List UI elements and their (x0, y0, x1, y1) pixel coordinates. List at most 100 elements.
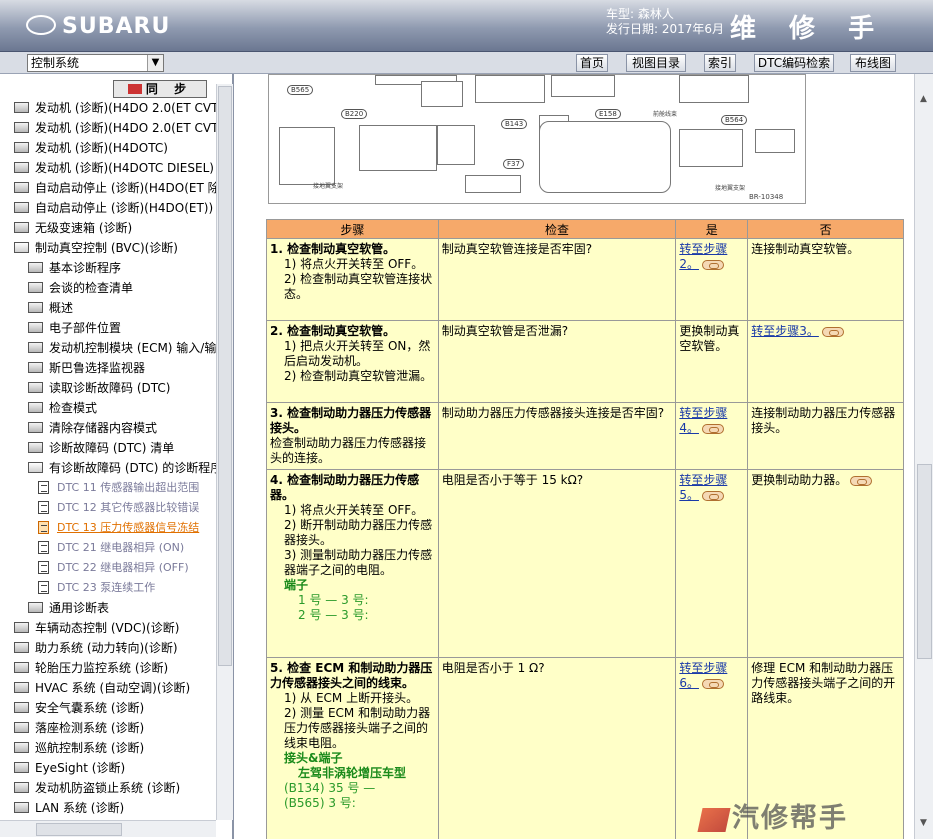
document-icon (38, 540, 49, 554)
link-chain-icon[interactable] (701, 259, 724, 270)
yes-cell: 更换制动真空软管。 (675, 320, 749, 403)
tree-item[interactable]: 诊断故障码 (DTC) 清单 (28, 438, 174, 458)
link-chain-icon[interactable] (701, 490, 724, 501)
scroll-down-icon[interactable]: ▼ (920, 818, 927, 828)
tree-item-label: 概述 (49, 301, 74, 315)
goto-step-link[interactable]: 转至步骤3。 (751, 324, 819, 338)
tree-item[interactable]: DTC 11 传感器输出超出范围 (38, 478, 199, 498)
connector-label: B143 (501, 119, 528, 129)
sidebar-vertical-scrollbar[interactable] (216, 84, 233, 820)
connector-block (755, 129, 795, 153)
document-icon (38, 580, 49, 594)
tree-item[interactable]: 斯巴鲁选择监视器 (28, 358, 145, 378)
document-active-icon (38, 520, 49, 534)
tree-item[interactable]: 会谈的检查清单 (28, 278, 133, 298)
app-header: SUBARU 车型: 森林人 发行日期: 2017年6月 维 修 手 册 (0, 0, 933, 81)
table-row: 3. 检查制动助力器压力传感器接头。 检查制动助力器压力传感器接头的连接。 制动… (266, 402, 904, 470)
tree-item[interactable]: 自动启动停止 (诊断)(H4DO(ET 除 (14, 178, 220, 198)
folder-icon (14, 702, 29, 713)
tree-item[interactable]: 通用诊断表 (28, 598, 109, 618)
yes-cell: 转至步骤5。 (675, 469, 749, 658)
folder-icon (14, 722, 29, 733)
tree-item[interactable]: 读取诊断故障码 (DTC) (28, 378, 170, 398)
folder-icon (28, 302, 43, 313)
scrollbar-thumb[interactable] (36, 823, 122, 836)
tree-item[interactable]: DTC 21 继电器相异 (ON) (38, 538, 184, 558)
link-chain-icon[interactable] (821, 326, 844, 337)
folder-icon (14, 202, 29, 213)
wiring-diagram-button[interactable]: 布线图 (850, 54, 896, 72)
tree-item[interactable]: 检查模式 (28, 398, 97, 418)
tree-item[interactable]: DTC 23 泵连续工作 (38, 578, 155, 598)
system-select[interactable]: 控制系统 ▼ (27, 54, 164, 72)
tree-item[interactable]: HVAC 系统 (自动空调)(诊断) (14, 678, 190, 698)
link-chain-icon[interactable] (701, 678, 724, 689)
tree-item-label: 诊断故障码 (DTC) 清单 (49, 441, 175, 455)
sidebar-tree: 同 步 发动机 (诊断)(H4DO 2.0(ET CVT 发动机 (诊断)(H4… (0, 74, 234, 839)
tree-item[interactable]: 电子部件位置 (28, 318, 121, 338)
tree-item[interactable]: 基本诊断程序 (28, 258, 121, 278)
tree-item[interactable]: 发动机 (诊断)(H4DO 2.0(ET CVT) (14, 118, 223, 138)
tree-item[interactable]: 发动机 (诊断)(H4DOTC DIESEL) (14, 158, 214, 178)
folder-icon (14, 622, 29, 633)
tree-item[interactable]: DTC 22 继电器相异 (OFF) (38, 558, 189, 578)
terminal-line: 2 号 — 3 号: (298, 608, 369, 622)
home-button[interactable]: 首页 (576, 54, 608, 72)
chevron-down-icon[interactable]: ▼ (147, 55, 163, 71)
no-cell: 连接制动助力器压力传感器接头。 (747, 402, 904, 470)
scrollbar-thumb[interactable] (917, 464, 932, 659)
tree-item[interactable]: 车辆动态控制 (VDC)(诊断) (14, 618, 179, 638)
tree-item-label: 落座检测系统 (诊断) (35, 721, 145, 735)
content-vertical-scrollbar[interactable]: ▲ ▼ (914, 74, 933, 839)
tree-item[interactable]: 概述 (28, 298, 73, 318)
column-header-check: 检查 (437, 219, 677, 239)
sync-button[interactable]: 同 步 (113, 80, 207, 98)
tree-item-current[interactable]: DTC 13 压力传感器信号冻结 (38, 518, 199, 538)
tree-item[interactable]: 制动真空控制 (BVC)(诊断) (14, 238, 178, 258)
tree-item[interactable]: 无级变速箱 (诊断) (14, 218, 132, 238)
column-header-yes: 是 (675, 219, 749, 239)
folder-icon (14, 782, 29, 793)
folder-icon (14, 742, 29, 753)
link-chain-icon[interactable] (701, 423, 724, 434)
tree-item[interactable]: 有诊断故障码 (DTC) 的诊断程序 (28, 458, 222, 478)
tree-item-label: 助力系统 (动力转向)(诊断) (35, 641, 178, 655)
no-cell: 更换制动助力器。 (747, 469, 904, 658)
tree-item[interactable]: 发动机防盗锁止系统 (诊断) (14, 778, 180, 798)
tree-item[interactable]: 自动启动停止 (诊断)(H4DO(ET)) (14, 198, 213, 218)
view-catalog-button[interactable]: 视图目录 (626, 54, 686, 72)
folder-icon (14, 762, 29, 773)
document-icon (38, 500, 49, 514)
scrollbar-thumb[interactable] (218, 86, 232, 666)
tree-item[interactable]: 发动机 (诊断)(H4DO 2.0(ET CVT (14, 98, 218, 118)
tree-item[interactable]: 助力系统 (动力转向)(诊断) (14, 638, 178, 658)
tree-item[interactable]: 轮胎压力监控系统 (诊断) (14, 658, 168, 678)
step-cell: 3. 检查制动助力器压力传感器接头。 检查制动助力器压力传感器接头的连接。 (266, 402, 439, 470)
tree-item[interactable]: 发动机 (诊断)(H4DOTC) (14, 138, 168, 158)
folder-icon (14, 102, 29, 113)
tree-item-label: 自动启动停止 (诊断)(H4DO(ET)) (35, 201, 214, 215)
folder-icon (14, 222, 29, 233)
tree-item[interactable]: 安全气囊系统 (诊断) (14, 698, 144, 718)
index-button[interactable]: 索引 (704, 54, 736, 72)
subaru-logo: SUBARU (26, 14, 186, 40)
dtc-search-button[interactable]: DTC编码检索 (754, 54, 834, 72)
tree-item[interactable]: LAN 系统 (诊断) (14, 798, 124, 818)
tree-item[interactable]: DTC 12 其它传感器比较错误 (38, 498, 199, 518)
tree-item-label: 通用诊断表 (49, 601, 110, 615)
sidebar-horizontal-scrollbar[interactable] (0, 820, 216, 837)
tree-item-label: EyeSight (诊断) (35, 761, 126, 775)
folder-icon (14, 662, 29, 673)
step-title: 5. 检查 ECM 和制动助力器压力传感器接头之间的线束。 (270, 661, 433, 690)
folder-icon (28, 442, 43, 453)
folder-icon (28, 362, 43, 373)
link-chain-icon[interactable] (850, 475, 873, 486)
step-line: 3) 测量制动助力器压力传感器端子之间的电阻。 (284, 548, 433, 577)
tree-item[interactable]: 清除存储器内容模式 (28, 418, 157, 438)
folder-open-icon (14, 242, 29, 253)
tree-item[interactable]: 落座检测系统 (诊断) (14, 718, 144, 738)
tree-item[interactable]: 发动机控制模块 (ECM) 输入/输 (28, 338, 216, 358)
tree-item[interactable]: 巡航控制系统 (诊断) (14, 738, 144, 758)
scroll-up-icon[interactable]: ▲ (920, 94, 927, 104)
tree-item[interactable]: EyeSight (诊断) (14, 758, 125, 778)
